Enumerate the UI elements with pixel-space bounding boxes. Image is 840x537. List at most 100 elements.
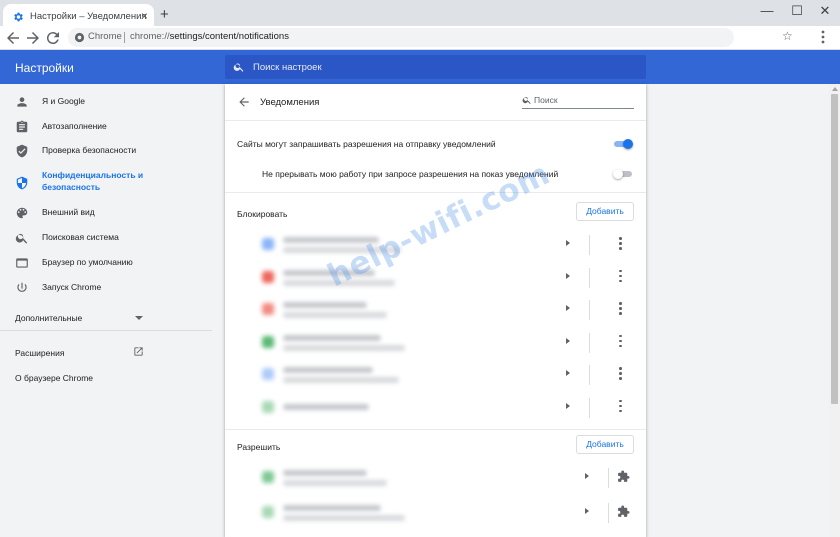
omnibox-url[interactable]: chrome://settings/content/notifications [130, 31, 289, 42]
sidebar-about-label: О браузере Chrome [15, 373, 94, 383]
site-favicon [262, 270, 274, 283]
forward-button-icon[interactable] [24, 29, 42, 47]
browser-menu-icon[interactable] [820, 29, 826, 45]
settings-content: Я и Google Автозаполнение Проверка безоп… [0, 84, 840, 537]
settings-gear-icon [14, 12, 23, 22]
search-icon [522, 97, 531, 104]
row-separator [589, 365, 590, 385]
palette-icon [16, 207, 28, 219]
row-separator [608, 503, 609, 523]
add-blocked-button[interactable]: Добавить [576, 202, 634, 221]
sidebar-item-on-startup[interactable]: Запуск Chrome [0, 277, 212, 299]
tab-close-icon[interactable]: × [141, 10, 148, 22]
site-row[interactable] [225, 262, 646, 294]
new-tab-button[interactable]: + [160, 7, 169, 22]
close-window-button[interactable]: ✕ [813, 2, 837, 20]
minimize-button[interactable]: — [755, 2, 779, 20]
scrollbar-thumb[interactable] [831, 94, 838, 404]
sidebar-extensions[interactable]: Расширения [15, 348, 64, 358]
site-row[interactable] [225, 327, 646, 359]
sidebar-item-label: Конфиденциальность и безопасность [42, 170, 144, 192]
ask-permission-toggle[interactable] [613, 138, 633, 150]
divider [225, 429, 646, 430]
blocked-section-title: Блокировать [237, 209, 288, 219]
expand-arrow-icon[interactable] [566, 272, 570, 279]
url-path: settings/content/notifications [169, 31, 289, 42]
add-allowed-button[interactable]: Добавить [576, 435, 634, 454]
site-row[interactable] [225, 497, 646, 529]
bookmark-star-icon[interactable]: ☆ [782, 29, 793, 43]
expand-arrow-icon[interactable] [566, 402, 570, 409]
sidebar-item-privacy[interactable]: Конфиденциальность и безопасность [0, 170, 212, 196]
more-actions-icon[interactable] [617, 334, 623, 349]
more-actions-icon[interactable] [617, 399, 623, 414]
notifications-card: Уведомления Сайты могут запрашивать разр… [225, 84, 646, 537]
more-actions-icon[interactable] [617, 237, 623, 251]
expand-arrow-icon[interactable] [585, 508, 589, 514]
sidebar-item-label: Запуск Chrome [42, 282, 102, 292]
expand-arrow-icon[interactable] [585, 473, 589, 479]
sidebar-item-default-browser[interactable]: Браузер по умолчанию [0, 252, 212, 274]
site-search-input[interactable] [534, 93, 630, 107]
search-icon [15, 233, 28, 244]
site-row[interactable] [225, 294, 646, 326]
site-favicon [262, 368, 274, 380]
site-row[interactable] [225, 462, 646, 494]
settings-search[interactable] [225, 55, 646, 79]
sidebar-item-appearance[interactable]: Внешний вид [0, 202, 212, 224]
site-detail-blurred [283, 312, 387, 318]
extension-puzzle-icon [618, 505, 630, 517]
site-row[interactable] [225, 359, 646, 391]
expand-arrow-icon[interactable] [566, 337, 570, 344]
shield-icon [16, 144, 28, 158]
site-detail-blurred [283, 377, 399, 383]
divider [225, 120, 646, 121]
open-in-new-icon[interactable] [133, 346, 144, 357]
sidebar-item-autofill[interactable]: Автозаполнение [0, 116, 212, 138]
back-arrow-icon[interactable] [237, 95, 251, 109]
more-actions-icon[interactable] [617, 269, 623, 284]
site-detail-blurred [283, 515, 405, 521]
expand-arrow-icon[interactable] [566, 240, 570, 246]
row-separator [589, 267, 590, 288]
row-separator [589, 332, 590, 353]
person-icon [17, 97, 27, 107]
sidebar-item-you-and-google[interactable]: Я и Google [0, 91, 212, 113]
sidebar-extensions-label: Расширения [15, 348, 65, 358]
site-favicon [262, 335, 274, 348]
site-detail-blurred [283, 344, 405, 351]
security-shield-icon [16, 176, 28, 190]
sidebar-item-label: Проверка безопасности [42, 145, 137, 155]
sidebar-item-safety-check[interactable]: Проверка безопасности [0, 140, 212, 162]
scrollbar[interactable] [829, 84, 840, 537]
settings-search-input[interactable] [253, 59, 633, 75]
row-separator [589, 235, 590, 255]
quiet-messaging-toggle[interactable] [613, 168, 633, 180]
site-detail-blurred [283, 480, 387, 486]
site-name-blurred [283, 334, 381, 341]
url-scheme: chrome:// [130, 31, 170, 42]
omnibox-separator [124, 32, 125, 43]
sidebar-divider [0, 330, 212, 331]
expand-arrow-icon[interactable] [566, 370, 570, 376]
sidebar-item-search-engine[interactable]: Поисковая система [0, 227, 212, 249]
site-row[interactable] [225, 392, 646, 424]
back-button-icon[interactable] [4, 29, 22, 47]
more-actions-icon[interactable] [617, 367, 623, 381]
chevron-down-icon[interactable] [135, 315, 143, 321]
settings-title: Настройки [15, 61, 74, 75]
expand-arrow-icon[interactable] [566, 305, 570, 311]
site-search[interactable] [522, 93, 634, 109]
reload-button-icon[interactable] [44, 29, 62, 47]
scroll-up-arrow-icon[interactable] [832, 87, 838, 91]
row-separator [589, 300, 590, 320]
maximize-button[interactable]: ☐ [785, 2, 809, 20]
site-name-blurred [283, 367, 373, 373]
row-separator [608, 468, 609, 488]
sidebar-about-chrome[interactable]: О браузере Chrome [15, 373, 93, 383]
divider [225, 192, 646, 193]
address-bar[interactable]: Chrome chrome://settings/content/notific… [68, 28, 793, 47]
more-actions-icon[interactable] [617, 302, 623, 316]
sidebar-advanced[interactable]: Дополнительные [15, 313, 82, 323]
sidebar-item-label: Автозаполнение [42, 121, 107, 131]
